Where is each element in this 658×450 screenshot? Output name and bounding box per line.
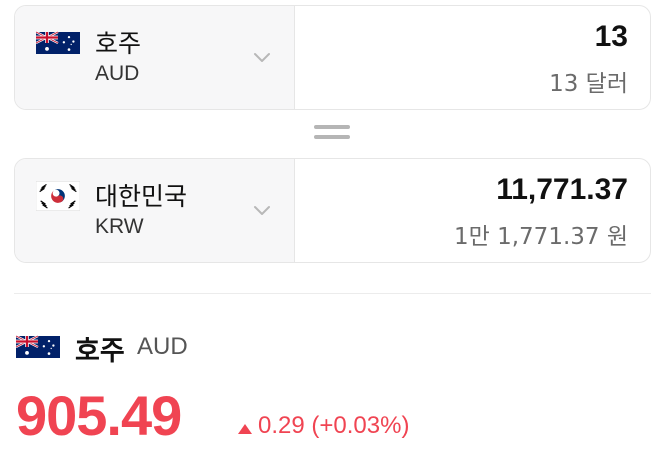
australia-flag-icon xyxy=(36,28,80,58)
from-amount-input[interactable]: 13 13 달러 xyxy=(295,6,650,109)
to-currency-code: KRW xyxy=(95,215,144,238)
to-currency-select[interactable]: 대한민국 KRW xyxy=(15,159,295,262)
to-amount-words: 1만 1,771.37 원 xyxy=(454,224,628,250)
triangle-up-icon xyxy=(238,419,252,434)
from-currency-code: AUD xyxy=(95,62,140,85)
rate-country-name: 호주 xyxy=(75,336,125,367)
equals-icon xyxy=(314,125,350,143)
chevron-down-icon xyxy=(251,199,273,221)
from-amount-value: 13 xyxy=(594,20,628,53)
from-currency-row: 호주 AUD 13 13 달러 xyxy=(14,5,651,110)
exchange-rate-value: 905.49 xyxy=(16,384,182,447)
rate-currency-code: AUD xyxy=(137,333,188,360)
to-amount-input[interactable]: 11,771.37 1만 1,771.37 원 xyxy=(295,159,650,262)
from-currency-select[interactable]: 호주 AUD xyxy=(15,6,295,109)
from-country-name: 호주 xyxy=(95,29,142,58)
to-currency-row: 대한민국 KRW 11,771.37 1만 1,771.37 원 xyxy=(14,158,651,263)
from-amount-words: 13 달러 xyxy=(549,71,628,97)
to-amount-value: 11,771.37 xyxy=(496,173,628,206)
chevron-down-icon xyxy=(251,46,273,68)
south-korea-flag-icon xyxy=(36,181,80,211)
to-country-name: 대한민국 xyxy=(95,182,188,211)
section-divider xyxy=(14,293,651,294)
rate-change-text: 0.29 (+0.03%) xyxy=(258,412,410,439)
australia-flag-icon xyxy=(16,332,60,362)
